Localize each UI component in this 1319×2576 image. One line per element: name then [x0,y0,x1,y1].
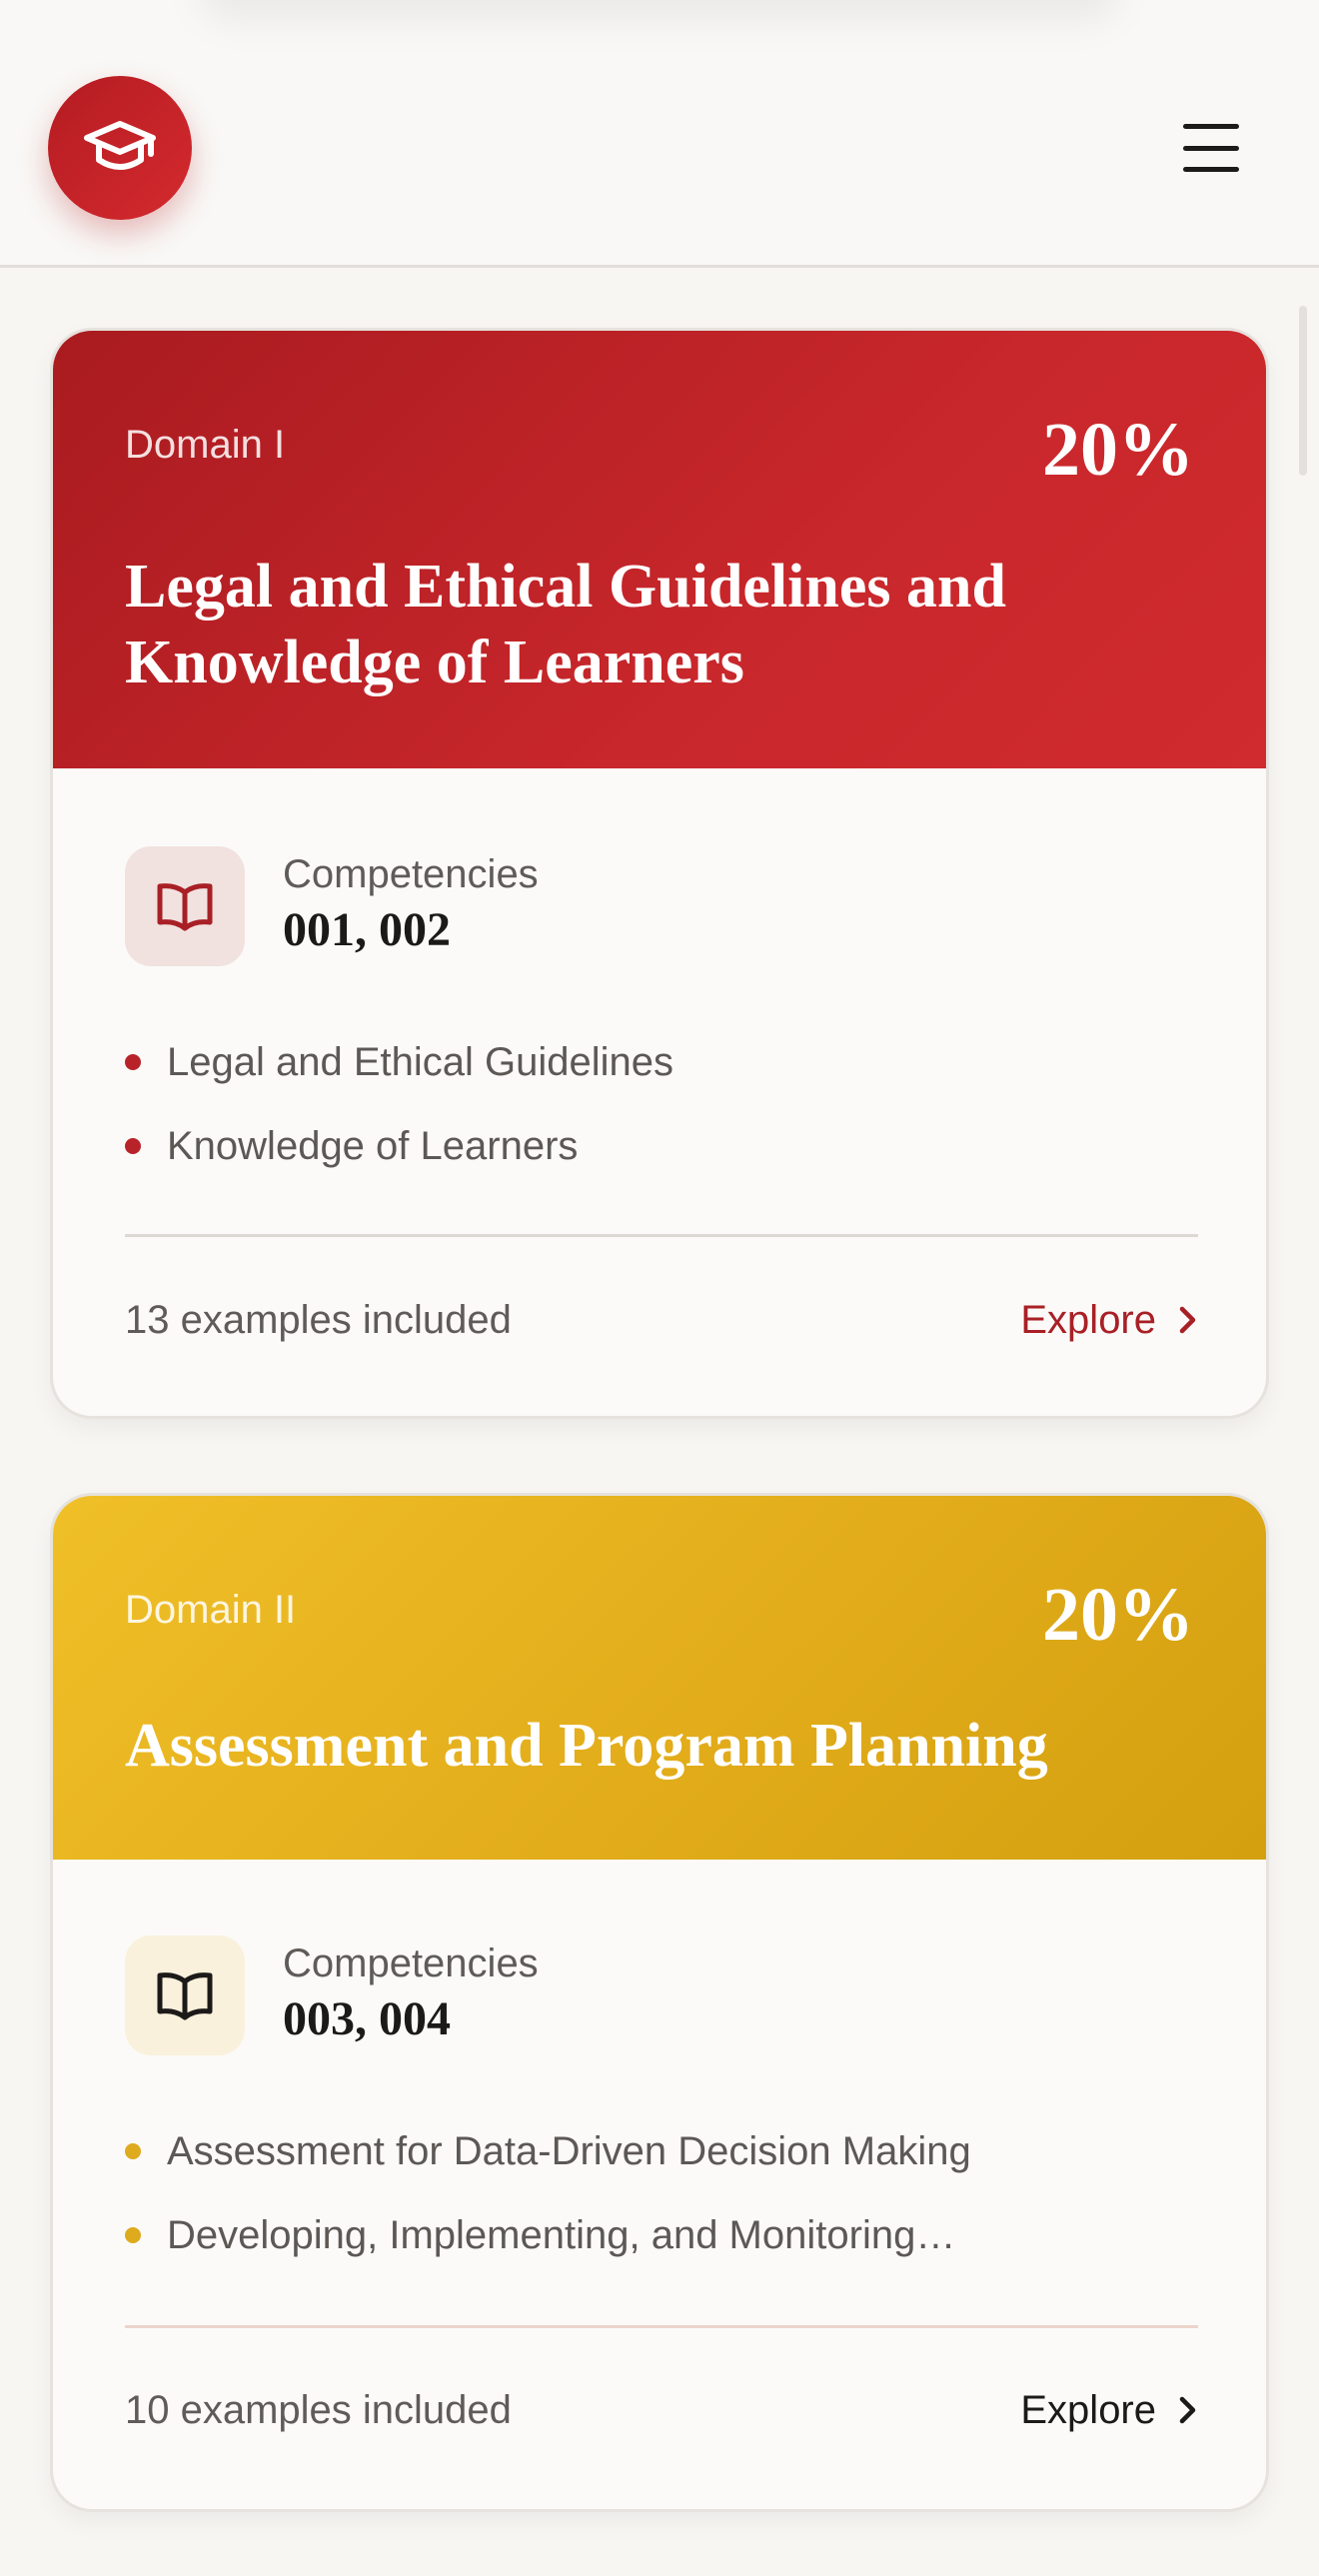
competencies-label: Competencies [283,1941,539,1985]
graduation-cap-icon [84,121,156,170]
domain-weight: 20% [1042,408,1194,492]
topic-list: Assessment for Data-Driven Decision Maki… [125,2109,971,2277]
explore-label: Explore [1020,1297,1156,1342]
domain-title: Assessment and Program Planning [125,1712,1048,1780]
menu-line [1183,145,1239,151]
explore-label: Explore [1020,2387,1156,2432]
competencies-value: 003, 004 [283,1992,451,2045]
open-book-icon [157,1972,213,2020]
top-bar [0,0,1319,268]
scrollbar[interactable] [1299,306,1307,476]
domain-label: Domain II [125,1588,297,1632]
domain-card[interactable]: Domain II 20% Assessment and Program Pla… [50,1493,1269,2512]
topic-label: Developing, Implementing, and Monitoring… [167,2212,956,2257]
explore-link[interactable]: Explore [1020,1298,1198,1343]
topic-label: Knowledge of Learners [167,1123,579,1168]
domain-weight: 20% [1042,1573,1194,1657]
topic-item: Assessment for Data-Driven Decision Maki… [125,2109,971,2193]
competencies-icon-tile [125,1935,245,2055]
examples-count: 13 examples included [125,1297,512,1342]
card-footer: 10 examples included Explore [125,2375,1198,2445]
topic-label: Assessment for Data-Driven Decision Maki… [167,2128,971,2173]
open-book-icon [157,883,213,931]
explore-link[interactable]: Explore [1020,2388,1198,2433]
competencies-row: Competencies 003, 004 [125,1935,539,2055]
bullet-dot [125,2227,141,2243]
divider [125,2325,1198,2328]
bullet-dot [125,1054,141,1070]
domain-card-header: Domain I 20% Legal and Ethical Guideline… [53,331,1266,768]
card-footer: 13 examples included Explore [125,1285,1198,1355]
logo-button[interactable] [48,76,192,220]
top-bar-shadow [200,0,1119,20]
domain-card[interactable]: Domain I 20% Legal and Ethical Guideline… [50,328,1269,1419]
chevron-right-icon [1179,1306,1196,1334]
topic-item: Developing, Implementing, and Monitoring… [125,2193,971,2277]
competencies-icon-tile [125,846,245,966]
topic-list: Legal and Ethical Guidelines Knowledge o… [125,1020,673,1188]
bullet-dot [125,1138,141,1154]
topic-item: Legal and Ethical Guidelines [125,1020,673,1104]
competencies-row: Competencies 001, 002 [125,846,539,966]
chevron-right-icon [1179,2396,1196,2424]
domain-title: Legal and Ethical Guidelines and Knowled… [125,553,1006,696]
domain-label: Domain I [125,423,286,467]
domain-card-header: Domain II 20% Assessment and Program Pla… [53,1496,1266,1860]
examples-count: 10 examples included [125,2387,512,2432]
topic-item: Knowledge of Learners [125,1104,673,1188]
bullet-dot [125,2143,141,2159]
competencies-value: 001, 002 [283,903,451,956]
divider [125,1234,1198,1237]
menu-line [1183,167,1239,172]
topic-label: Legal and Ethical Guidelines [167,1039,674,1084]
menu-line [1183,124,1239,129]
competencies-label: Competencies [283,852,539,896]
hamburger-menu-button[interactable] [1169,116,1253,180]
